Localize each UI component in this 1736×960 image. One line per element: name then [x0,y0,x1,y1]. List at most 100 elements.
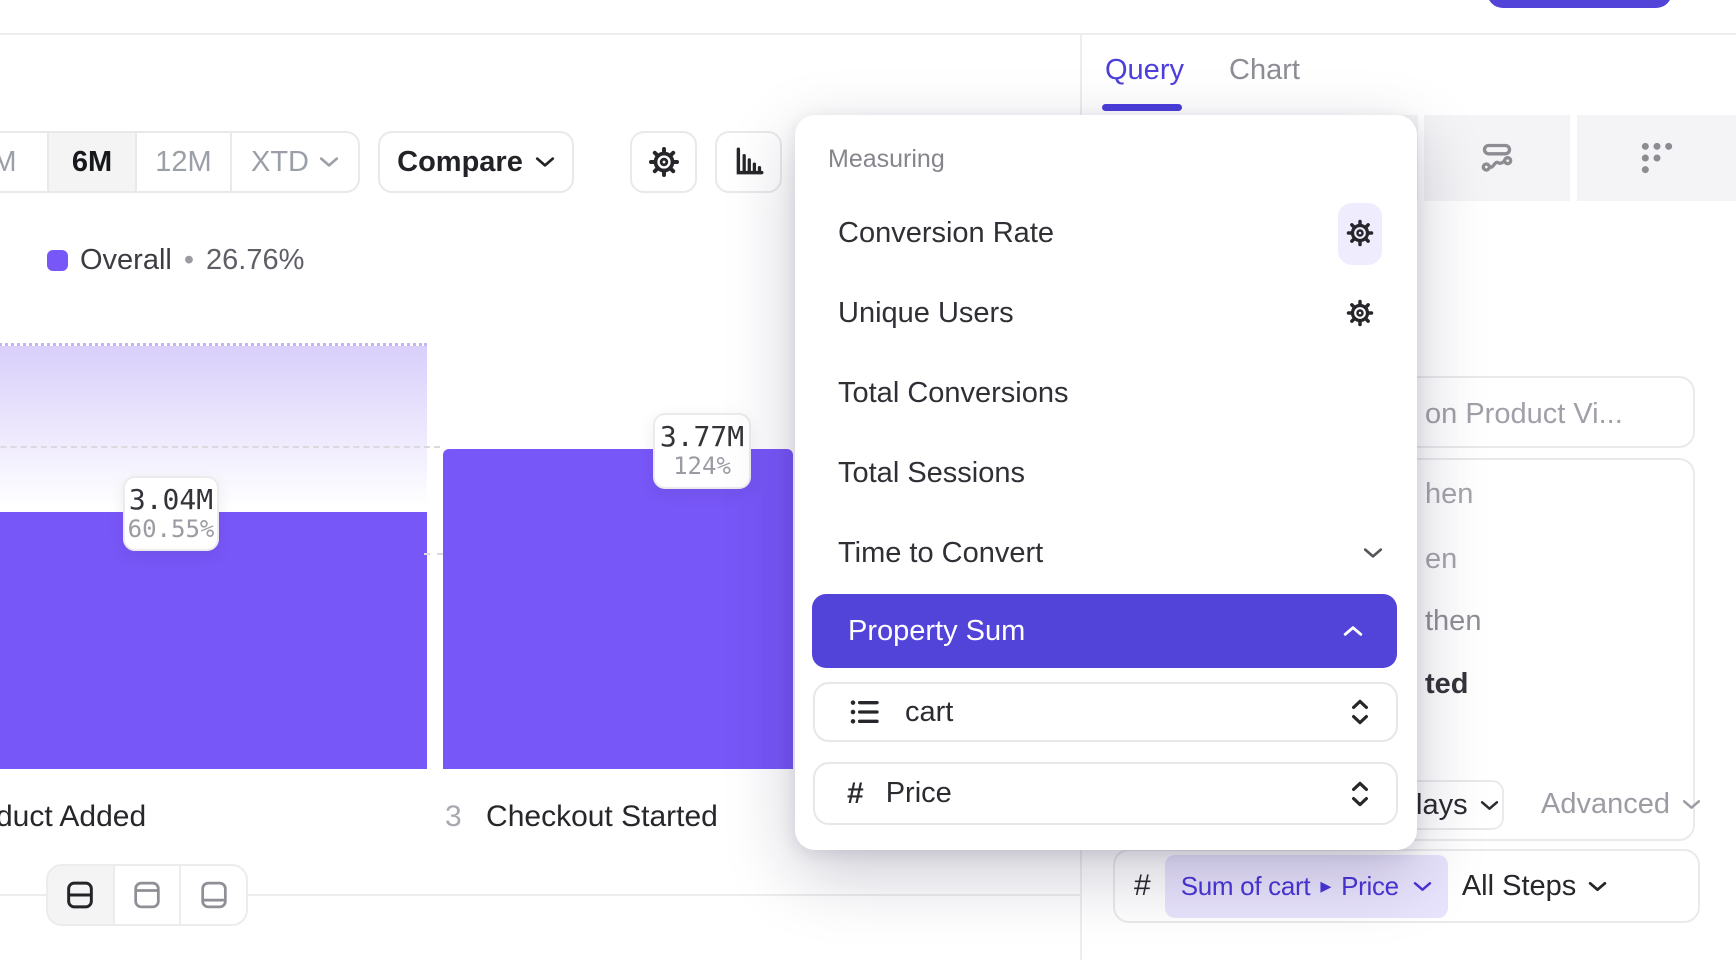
funnel-bar-1[interactable] [0,512,427,769]
gear-icon[interactable] [1345,298,1375,328]
all-steps-dropdown[interactable]: All Steps [1462,870,1607,903]
step-2-label: 3 Checkout Started [445,800,718,834]
time-range-6m[interactable]: 6M [49,133,137,191]
list-icon [847,696,883,728]
time-range-control: M 6M 12M XTD [0,131,360,193]
layout-footer-bottom-button[interactable] [181,866,246,924]
advanced-dropdown[interactable]: Advanced [1541,788,1701,821]
compare-button[interactable]: Compare [378,131,574,193]
legend-separator: • [184,244,194,277]
funnel-bar-2[interactable] [443,449,793,769]
chip-arrow-separator-icon: ▸ [1320,874,1331,899]
time-range-label: XTD [251,146,309,179]
step-fragment: then [1425,605,1481,638]
layout-toggle-group [46,864,248,926]
menu-item-label: Unique Users [838,297,1014,330]
unfold-more-icon[interactable] [1348,697,1372,727]
split-horizontal-icon [64,878,96,912]
layout-split-horizontal-button[interactable] [48,866,115,924]
panel-top-icon [131,878,163,912]
hash-icon: # [847,777,864,811]
legend-swatch [47,250,68,271]
chevron-down-icon [535,156,555,168]
dots-grid-icon [1637,138,1677,178]
sum-of-cart-price-chip[interactable]: Sum of cart ▸ Price [1165,855,1448,918]
reference-dashed-line [424,553,443,555]
chevron-down-icon [1480,800,1499,811]
legend: Overall • 26.76% [47,244,304,277]
primary-action-button[interactable] [1487,0,1672,8]
time-range-label: 12M [155,146,211,179]
panel-bottom-icon [198,878,230,912]
step-fragment: hen [1425,478,1473,511]
chart-type-button[interactable] [715,131,782,193]
measuring-dropdown-panel: Measuring Conversion Rate Unique Users [795,115,1417,850]
chevron-down-icon [1682,799,1701,810]
menu-item-total-conversions[interactable]: Total Conversions [818,363,1394,423]
menu-item-unique-users[interactable]: Unique Users [818,283,1394,343]
step-fragment: en [1425,543,1457,576]
all-steps-label: All Steps [1462,870,1576,903]
step-2-index: 3 [445,800,462,833]
flows-toolbar-button[interactable] [1424,115,1570,201]
step-1-label-text: duct Added [0,800,146,833]
tab-query-label: Query [1105,54,1184,86]
menu-item-label: Property Sum [848,615,1025,648]
bar-2-value-tooltip: 3.77M 124% [653,413,751,489]
step-1-label: duct Added [0,800,146,834]
bar-1-conversion-pct: 60.55% [128,516,215,544]
time-range-label: M [0,146,17,179]
compare-label: Compare [397,146,523,179]
chart-settings-button[interactable] [630,131,697,193]
legend-series-label: Overall [80,244,172,277]
step-fragment: ted [1425,668,1469,701]
measurement-summary-row: # Sum of cart ▸ Price All Steps [1134,849,1607,923]
funnel-analysis-screen: M 6M 12M XTD Compare [0,0,1736,960]
more-apps-toolbar-button[interactable] [1577,115,1736,201]
chip-property-label: Sum of cart [1181,871,1311,902]
bar-2-value: 3.77M [660,421,744,453]
menu-item-conversion-rate[interactable]: Conversion Rate [818,203,1394,263]
property-select-price[interactable]: # Price [813,762,1398,825]
bar-1-value-tooltip: 3.04M 60.55% [123,476,219,551]
legend-overall-value: 26.76% [206,244,304,277]
gear-icon[interactable] [1345,218,1375,248]
menu-item-label: Total Conversions [838,377,1069,410]
layout-header-top-button[interactable] [115,866,182,924]
menu-item-label: Conversion Rate [838,217,1054,250]
step-2-label-text: Checkout Started [486,800,718,833]
chevron-down-icon [1363,547,1383,559]
menu-item-label: Total Sessions [838,457,1025,490]
chevron-down-icon [319,156,339,168]
menu-item-total-sessions[interactable]: Total Sessions [818,443,1394,503]
menu-item-time-to-convert[interactable]: Time to Convert [818,523,1394,583]
chevron-up-icon [1343,625,1363,637]
time-range-label: 6M [72,146,112,179]
property-select-value: cart [905,696,953,729]
unfold-more-icon[interactable] [1348,779,1372,809]
hash-icon: # [1134,869,1151,903]
chip-subproperty-label: Price [1341,871,1399,902]
bar-chart-icon [732,145,766,179]
advanced-label: Advanced [1541,788,1670,821]
gear-icon [647,145,681,179]
tab-chart[interactable]: Chart [1229,54,1300,87]
menu-item-property-sum-selected[interactable]: Property Sum [812,594,1397,668]
active-tab-indicator [1102,104,1182,111]
time-range-xtd[interactable]: XTD [232,133,358,191]
bar-1-value: 3.04M [129,484,213,516]
conversion-window-label: lays [1416,789,1468,822]
flows-icon [1477,138,1517,178]
time-range-12m[interactable]: 12M [137,133,232,191]
chevron-down-icon [1413,881,1432,892]
property-select-value: Price [886,777,952,810]
top-divider [0,33,1736,35]
menu-item-label: Time to Convert [838,537,1043,570]
property-select-cart[interactable]: cart [813,682,1398,742]
bar-2-conversion-pct: 124% [673,453,731,481]
collapsed-step-title: on Product Vi... [1425,398,1623,431]
chevron-down-icon [1588,881,1607,892]
tab-query[interactable]: Query [1105,54,1184,87]
tab-chart-label: Chart [1229,54,1300,86]
time-range-m[interactable]: M [0,133,49,191]
